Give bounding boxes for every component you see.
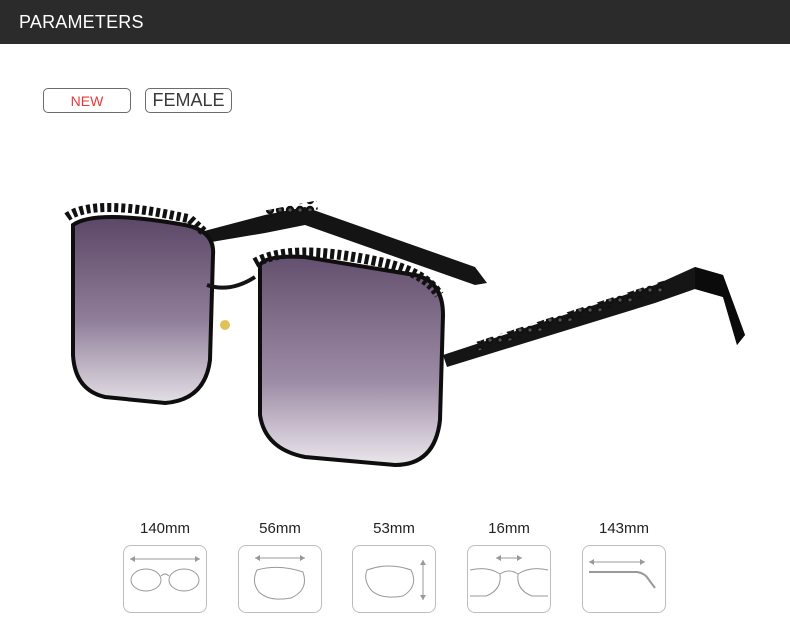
frame-width-icon <box>123 545 207 613</box>
measurement-bridge-width: 16mm <box>467 519 551 613</box>
measurement-temple-length: 143mm <box>582 519 666 613</box>
measurement-lens-height: 53mm <box>352 519 436 613</box>
measurement-frame-width: 140mm <box>123 519 207 613</box>
gender-badge-label: FEMALE <box>152 90 225 110</box>
section-title: PARAMETERS <box>19 12 144 32</box>
measurement-value: 53mm <box>373 520 415 537</box>
measurement-value: 16mm <box>488 520 530 537</box>
sunglasses-icon <box>64 200 745 468</box>
sunglasses-image <box>55 185 755 485</box>
bridge-width-icon <box>467 545 551 613</box>
measurement-value: 56mm <box>259 520 301 537</box>
lens-height-icon <box>352 545 436 613</box>
new-badge-label: NEW <box>70 92 104 109</box>
header-bar: PARAMETERS <box>0 0 790 44</box>
measurement-value: 140mm <box>139 520 191 537</box>
new-badge: NEW <box>43 88 131 113</box>
gender-badge: FEMALE <box>145 88 232 113</box>
measurement-value: 143mm <box>598 520 650 537</box>
measurement-lens-width: 56mm <box>238 519 322 613</box>
lens-width-icon <box>238 545 322 613</box>
temple-length-icon <box>582 545 666 613</box>
